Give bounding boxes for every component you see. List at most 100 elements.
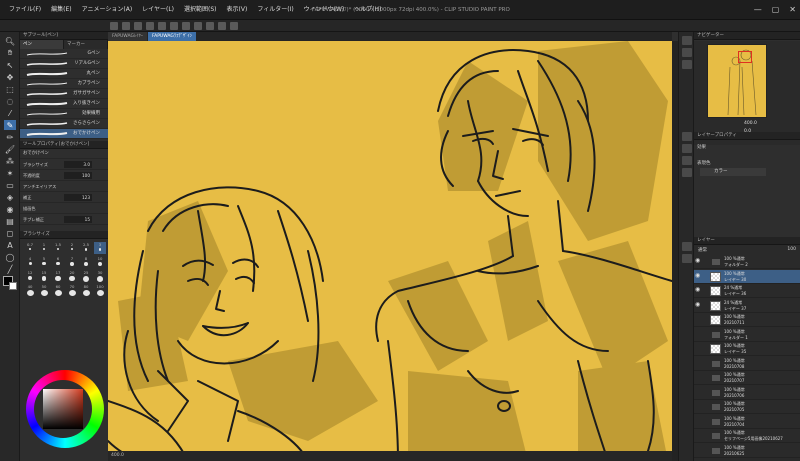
minimize-icon[interactable]: —	[754, 0, 762, 20]
layer-row[interactable]: ◉ 100 %通常 フォルダー 2	[694, 255, 800, 269]
brush-size-option[interactable]: 3	[94, 242, 106, 254]
navigator-view-frame[interactable]	[738, 51, 752, 63]
layer-row[interactable]: ◉ 24 %通常 レイヤー 37	[694, 299, 800, 313]
airbrush-icon[interactable]: ⁂	[4, 156, 16, 166]
eye-icon[interactable]: ◉	[695, 272, 702, 279]
layer-opacity-value[interactable]: 100	[787, 247, 796, 252]
brush-tool-icon[interactable]: 🖌︎	[4, 144, 16, 154]
menu-item[interactable]: フィルター(I)	[252, 0, 298, 20]
brush-item[interactable]: カブラペン	[20, 79, 108, 89]
brush-size-option[interactable]: 2	[66, 242, 78, 254]
brush-size-option[interactable]: 15	[38, 270, 50, 282]
eye-icon[interactable]: ◉	[695, 301, 702, 308]
text-tool-icon[interactable]: A	[4, 240, 16, 250]
pen-tool-icon[interactable]: ✎	[4, 120, 16, 130]
brush-item[interactable]: Gペン	[20, 49, 108, 59]
eye-icon[interactable]: ◉	[695, 287, 702, 293]
material-icon[interactable]	[682, 254, 692, 263]
sub-color-swatch[interactable]	[9, 282, 17, 290]
layer-row[interactable]: 100 %通常 20210625	[694, 444, 800, 458]
navigator-thumbnail[interactable]	[707, 44, 767, 118]
pencil-tool-icon[interactable]: ✏︎	[4, 132, 16, 142]
brush-size-option[interactable]: 50	[38, 284, 50, 296]
gradient-icon[interactable]: ▤	[4, 216, 16, 226]
eye-icon[interactable]	[695, 331, 702, 337]
transform-icon[interactable]	[182, 22, 190, 30]
eye-icon[interactable]	[695, 447, 702, 453]
subtool-tab[interactable]: マーカー	[64, 40, 108, 49]
eraser-icon[interactable]: ▭	[4, 180, 16, 190]
property-value[interactable]: 123	[64, 194, 92, 201]
balloon-icon[interactable]: ◯	[4, 252, 16, 262]
tool-preset-row[interactable]: おでかけペン	[20, 149, 108, 159]
brush-item[interactable]: さらさらペン	[20, 119, 108, 129]
saturation-value-square[interactable]	[43, 389, 83, 429]
undo-icon[interactable]	[146, 22, 154, 30]
brush-size-option[interactable]: 8	[80, 256, 92, 268]
navigator-zoom-value[interactable]: 400.0	[744, 121, 757, 126]
eye-icon[interactable]	[695, 389, 702, 395]
layer-row[interactable]: 100 %通常 20210711	[694, 313, 800, 327]
layer-row[interactable]: 100 %通常 フォルダー 1	[694, 328, 800, 342]
ruler-icon[interactable]: ╱	[4, 264, 16, 274]
animation-icon[interactable]	[682, 156, 692, 165]
layer-row[interactable]: 100 %通常 20210705	[694, 400, 800, 414]
tool-property-row[interactable]: 補正 123	[20, 192, 108, 203]
drawing-canvas[interactable]	[108, 41, 672, 461]
brush-size-option[interactable]: 0.7	[24, 242, 36, 254]
brush-item[interactable]: 効果線用	[20, 109, 108, 119]
history-icon[interactable]	[682, 168, 692, 177]
menu-item[interactable]: 選択範囲(S)	[179, 0, 222, 20]
fill-icon[interactable]	[194, 22, 202, 30]
layer-row[interactable]: ◉ 24 %通常 レイヤー 36	[694, 284, 800, 298]
brush-size-option[interactable]: 7	[66, 256, 78, 268]
blend-mode-select[interactable]: 通常	[698, 247, 707, 253]
menu-item[interactable]: 表示(V)	[222, 0, 253, 20]
tool-property-row[interactable]: 手ブレ補正 15	[20, 214, 108, 225]
menu-item[interactable]: アニメーション(A)	[77, 0, 138, 20]
brush-size-option[interactable]: 10	[94, 256, 106, 268]
tool-property-row[interactable]: 描画色	[20, 203, 108, 214]
fill-icon[interactable]: ◉	[4, 204, 16, 214]
brush-size-option[interactable]: 20	[66, 270, 78, 282]
brush-item[interactable]: おでかけペン	[20, 129, 108, 139]
operation-tool-icon[interactable]: ↖	[4, 60, 16, 70]
tool-property-row[interactable]: 不透明度 100	[20, 170, 108, 181]
tool-property-row[interactable]: アンチエイリアス	[20, 181, 108, 192]
brush-item[interactable]: リアルGペン	[20, 59, 108, 69]
navigator-icon[interactable]	[682, 36, 692, 45]
save-icon[interactable]	[134, 22, 142, 30]
brush-size-option[interactable]: 30	[94, 270, 106, 282]
brush-size-option[interactable]: 25	[80, 270, 92, 282]
brush-size-option[interactable]: 4	[24, 256, 36, 268]
brush-item[interactable]: 入り抜きペン	[20, 99, 108, 109]
lasso-icon[interactable]: ◌	[4, 96, 16, 106]
special-ruler-icon[interactable]	[218, 22, 226, 30]
brush-size-option[interactable]: 17	[52, 270, 64, 282]
eye-icon[interactable]	[695, 418, 702, 424]
maximize-icon[interactable]: ▢	[772, 0, 780, 20]
eye-icon[interactable]	[695, 345, 702, 351]
tool-property-row[interactable]: ブラシサイズ 3.0	[20, 159, 108, 170]
brush-size-option[interactable]: 6	[52, 256, 64, 268]
layer-move-icon[interactable]: ✥	[4, 72, 16, 82]
move-tool-icon[interactable]: ✋︎	[4, 48, 16, 58]
document-tab[interactable]: FAPUWAGﾗﾌﾃﾞｻﾞｲﾝ	[147, 32, 196, 41]
close-icon[interactable]: ✕	[789, 0, 796, 20]
menu-item[interactable]: レイヤー(L)	[137, 0, 179, 20]
brush-size-option[interactable]: 80	[80, 284, 92, 296]
eye-icon[interactable]	[695, 432, 702, 438]
menu-item[interactable]: ファイル(F)	[4, 0, 46, 20]
sub-view-icon[interactable]	[682, 48, 692, 57]
document-tab[interactable]: FAPUWAGﾚｲﾔｰ	[108, 32, 147, 41]
menu-item[interactable]: 編集(E)	[46, 0, 76, 20]
brush-size-option[interactable]: 1.5	[52, 242, 64, 254]
eyedropper-icon[interactable]: ⁄	[4, 108, 16, 118]
grid-icon[interactable]	[230, 22, 238, 30]
figure-icon[interactable]: ◻	[4, 228, 16, 238]
property-value[interactable]: 3.0	[64, 161, 92, 168]
blend-icon[interactable]: ◈	[4, 192, 16, 202]
open-icon[interactable]	[122, 22, 130, 30]
brush-size-option[interactable]: 70	[66, 284, 78, 296]
layer-row[interactable]: 100 %通常 20210708	[694, 357, 800, 371]
